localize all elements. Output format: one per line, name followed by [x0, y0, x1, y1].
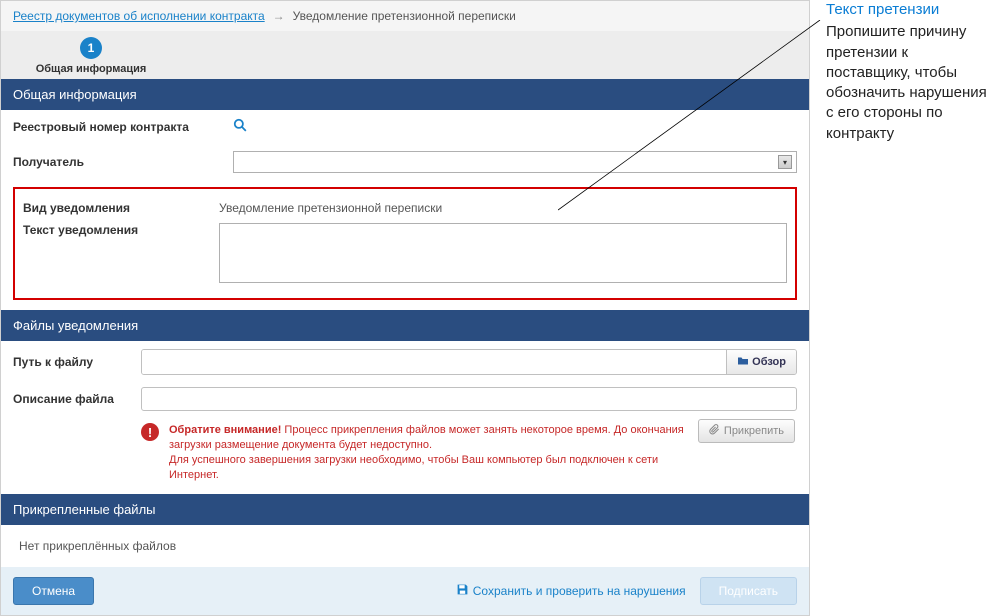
- attach-button[interactable]: Прикрепить: [698, 419, 795, 443]
- step-number-badge: 1: [80, 37, 102, 59]
- sign-button[interactable]: Подписать: [700, 577, 797, 605]
- breadcrumb-current: Уведомление претензионной переписки: [293, 9, 516, 23]
- section-header-attached: Прикрепленные файлы: [1, 494, 809, 525]
- label-file-desc: Описание файла: [13, 392, 133, 406]
- row-notice-text: Текст уведомления: [23, 219, 787, 290]
- main-panel: Реестр документов об исполнении контракт…: [0, 0, 810, 616]
- breadcrumb: Реестр документов об исполнении контракт…: [1, 1, 809, 31]
- label-registry-number: Реестровый номер контракта: [13, 120, 233, 134]
- annotation-body: Пропишите причину претензии к поставщику…: [826, 22, 990, 144]
- warning-bold: Обратите внимание!: [169, 424, 281, 436]
- recipient-select[interactable]: ▾: [233, 151, 797, 173]
- claim-text-highlight: Вид уведомления Уведомление претензионно…: [13, 187, 797, 300]
- step-general-info[interactable]: 1 Общая информация: [31, 37, 151, 75]
- wizard-steps: 1 Общая информация: [1, 31, 809, 79]
- save-icon: [456, 583, 469, 599]
- file-path-input[interactable]: [142, 350, 726, 374]
- warning-icon: !: [141, 423, 159, 441]
- side-annotation: Текст претензии Пропишите причину претен…: [810, 0, 990, 144]
- label-notice-type: Вид уведомления: [23, 201, 219, 215]
- row-registry-number: Реестровый номер контракта: [1, 110, 809, 143]
- file-path-wrap: Обзор: [141, 349, 797, 375]
- label-recipient: Получатель: [13, 155, 233, 169]
- annotation-title: Текст претензии: [826, 0, 990, 20]
- breadcrumb-root-link[interactable]: Реестр документов об исполнении контракт…: [13, 9, 265, 23]
- warning-text: Обратите внимание! Процесс прикрепления …: [169, 423, 689, 482]
- label-file-path: Путь к файлу: [13, 355, 133, 369]
- row-notice-type: Вид уведомления Уведомление претензионно…: [23, 197, 787, 219]
- section-header-general: Общая информация: [1, 79, 809, 110]
- row-file-path: Путь к файлу Обзор: [1, 341, 809, 383]
- notice-text-textarea[interactable]: [219, 223, 787, 283]
- chevron-right-icon: →: [273, 9, 285, 23]
- browse-label: Обзор: [752, 356, 786, 368]
- save-and-check-label: Сохранить и проверить на нарушения: [473, 584, 686, 598]
- section-header-files: Файлы уведомления: [1, 310, 809, 341]
- cancel-button[interactable]: Отмена: [13, 577, 94, 605]
- search-icon[interactable]: [233, 118, 797, 135]
- attach-label: Прикрепить: [724, 425, 784, 437]
- save-and-check-link[interactable]: Сохранить и проверить на нарушения: [456, 583, 686, 599]
- row-recipient: Получатель ▾: [1, 143, 809, 181]
- step-label: Общая информация: [36, 63, 147, 75]
- row-file-desc: Описание файла: [1, 383, 809, 419]
- warning-line2: Для успешного завершения загрузки необхо…: [169, 454, 658, 481]
- browse-button[interactable]: Обзор: [726, 350, 796, 374]
- paperclip-icon: [709, 424, 720, 438]
- label-notice-text: Текст уведомления: [23, 223, 219, 237]
- folder-icon: [737, 355, 749, 369]
- no-files-message: Нет прикреплённых файлов: [1, 525, 809, 567]
- chevron-down-icon: ▾: [778, 155, 792, 169]
- upload-warning: ! Обратите внимание! Процесс прикреплени…: [1, 419, 809, 494]
- file-desc-input[interactable]: [141, 387, 797, 411]
- footer-bar: Отмена Сохранить и проверить на нарушени…: [1, 567, 809, 615]
- notice-type-value: Уведомление претензионной переписки: [219, 201, 787, 215]
